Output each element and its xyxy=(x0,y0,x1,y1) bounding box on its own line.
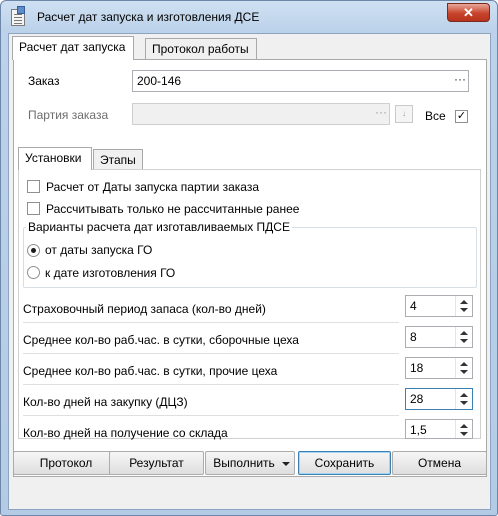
spin-up-icon[interactable] xyxy=(460,393,468,397)
dialog-client-area: Расчет дат запуска Протокол работы Заказ… xyxy=(8,33,491,510)
from-launch-radio[interactable] xyxy=(27,244,40,257)
all-label: Все xyxy=(425,109,446,123)
safety-period-spinner[interactable]: 4 xyxy=(405,295,473,317)
dropdown-arrow-icon[interactable] xyxy=(282,462,290,466)
batch-browse-button[interactable]: ··· xyxy=(372,105,390,123)
to-manufacture-radio[interactable] xyxy=(27,266,40,279)
batch-clear-button[interactable]: ↓ xyxy=(395,105,413,123)
settings-panel: Расчет от Даты запуска партии заказа Рас… xyxy=(18,169,481,440)
divider xyxy=(23,384,399,385)
spinner-arrows[interactable] xyxy=(455,296,472,316)
result-button[interactable]: Результат xyxy=(109,451,204,475)
batch-label: Партия заказа xyxy=(28,108,109,122)
assembly-hours-spinner[interactable]: 8 xyxy=(405,326,473,348)
spinner-arrows[interactable] xyxy=(455,327,472,347)
order-field[interactable]: 200-146 xyxy=(132,70,469,92)
cancel-button[interactable]: Отмена xyxy=(392,451,487,475)
spin-up-icon[interactable] xyxy=(460,331,468,335)
spinner-arrows[interactable] xyxy=(455,420,472,438)
batch-start-label: Расчет от Даты запуска партии заказа xyxy=(46,180,260,194)
tab-launch-dates[interactable]: Расчет дат запуска xyxy=(12,36,134,60)
assembly-hours-value: 8 xyxy=(410,330,417,344)
protocol-button[interactable]: Протокол xyxy=(13,451,119,475)
spin-up-icon[interactable] xyxy=(460,424,468,428)
close-button[interactable]: ✕ xyxy=(447,3,490,22)
title-bar[interactable]: Расчет дат запуска и изготовления ДСЕ ✕ xyxy=(1,1,497,33)
spin-up-icon[interactable] xyxy=(460,362,468,366)
spin-down-icon[interactable] xyxy=(460,401,468,405)
safety-period-value: 4 xyxy=(410,299,417,313)
document-icon xyxy=(11,6,25,26)
spin-down-icon[interactable] xyxy=(460,339,468,343)
tab-stages[interactable]: Этапы xyxy=(93,149,143,170)
order-browse-button[interactable]: ··· xyxy=(451,72,469,90)
warehouse-days-label: Кол-во дней на получение со склада xyxy=(23,426,228,440)
safety-period-label: Страховочный период запаса (кол-во дней) xyxy=(23,302,266,316)
variants-title: Варианты расчета дат изготавливаемых ПДС… xyxy=(26,220,292,234)
tab-work-protocol[interactable]: Протокол работы xyxy=(145,38,257,60)
purchase-days-label: Кол-во дней на закупку (ДЦЗ) xyxy=(23,395,188,409)
dialog-window: Расчет дат запуска и изготовления ДСЕ ✕ … xyxy=(0,0,498,516)
from-launch-label: от даты запуска ГО xyxy=(45,243,153,257)
execute-button[interactable]: Выполнить xyxy=(205,451,295,475)
order-label: Заказ xyxy=(28,74,60,88)
assembly-hours-label: Среднее кол-во раб.час. в сутки, сборочн… xyxy=(23,333,299,347)
divider xyxy=(23,322,399,323)
purchase-days-value: 28 xyxy=(410,392,424,406)
other-hours-spinner[interactable]: 18 xyxy=(405,357,473,379)
tab-settings[interactable]: Установки xyxy=(18,147,92,170)
spin-down-icon[interactable] xyxy=(460,432,468,436)
execute-label: Выполнить xyxy=(213,456,275,470)
divider xyxy=(23,353,399,354)
spin-down-icon[interactable] xyxy=(460,308,468,312)
spin-up-icon[interactable] xyxy=(460,300,468,304)
save-button[interactable]: Сохранить xyxy=(298,451,391,475)
only-not-calculated-label: Рассчитывать только не рассчитанные ране… xyxy=(46,202,300,216)
divider xyxy=(23,415,399,416)
launch-dates-panel: Заказ 200-146 ··· Партия заказа ··· ↓ Вс… xyxy=(13,59,487,477)
spinner-arrows[interactable] xyxy=(455,389,472,409)
spin-down-icon[interactable] xyxy=(460,370,468,374)
other-hours-label: Среднее кол-во раб.час. в сутки, прочие … xyxy=(23,364,278,378)
spinner-arrows[interactable] xyxy=(455,358,472,378)
only-not-calculated-checkbox[interactable] xyxy=(27,202,40,215)
window-title: Расчет дат запуска и изготовления ДСЕ xyxy=(37,10,260,24)
batch-field[interactable] xyxy=(132,103,390,125)
purchase-days-spinner[interactable]: 28 xyxy=(405,388,473,410)
warehouse-days-spinner[interactable]: 1,5 xyxy=(405,419,473,439)
all-checkbox[interactable]: ✓ xyxy=(455,110,468,123)
to-manufacture-label: к дате изготовления ГО xyxy=(45,266,176,280)
batch-start-checkbox[interactable] xyxy=(27,180,40,193)
other-hours-value: 18 xyxy=(410,361,424,375)
warehouse-days-value: 1,5 xyxy=(410,423,427,437)
